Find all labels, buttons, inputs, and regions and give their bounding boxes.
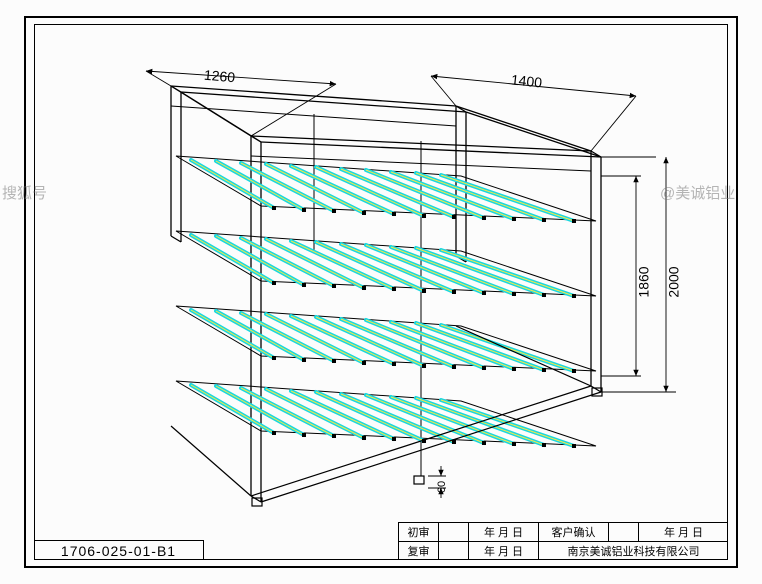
guard-rails [171,106,591,171]
isometric-rack-svg [36,26,726,526]
tb-r1c5 [608,522,638,541]
dim-foot: 60 [436,481,448,493]
tb-r2c1: 复审 [398,541,438,560]
tb-r1c3: 年 月 日 [468,522,538,541]
tb-r2c3: 年 月 日 [468,541,538,560]
tb-r1c2 [438,522,468,541]
tb-company: 南京美诚铝业科技有限公司 [538,541,728,560]
drawing-sheet: 1260 1400 1860 2000 60 1706-025-01-B1 初审… [24,16,738,568]
tb-r1c4: 客户确认 [538,522,608,541]
title-block: 初审 年 月 日 客户确认 年 月 日 复审 年 月 日 南京美诚铝业科技有限公… [398,522,728,560]
drawing-canvas: 1260 1400 1860 2000 60 [36,26,726,526]
tb-r1c1: 初审 [398,522,438,541]
tb-r1c6: 年 月 日 [638,522,728,541]
part-number: 1706-025-01-B1 [61,543,176,559]
dim-depth: 1260 [203,67,235,86]
dim-inner-height: 1860 [636,266,652,297]
dim-outer-height: 2000 [666,266,682,297]
part-number-block: 1706-025-01-B1 [34,540,204,560]
tb-r2c2 [438,541,468,560]
dim-width: 1400 [510,71,543,90]
